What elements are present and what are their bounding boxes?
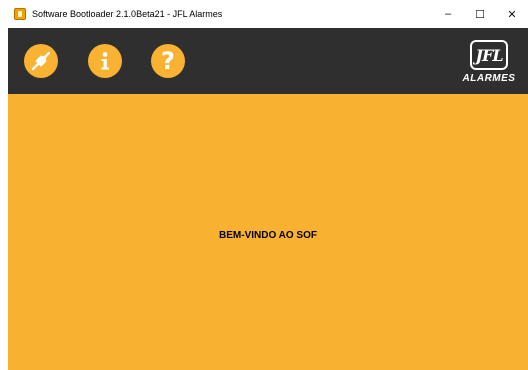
logo-subtitle: ALARMES bbox=[462, 73, 516, 84]
plug-icon bbox=[31, 51, 51, 71]
info-icon bbox=[101, 52, 109, 70]
window-title: Software Bootloader 2.1.0Beta21 - JFL Al… bbox=[32, 9, 223, 19]
app-icon bbox=[14, 8, 26, 20]
connect-button[interactable] bbox=[24, 44, 58, 78]
close-button[interactable]: ✕ bbox=[496, 0, 528, 28]
toolbar: ? bbox=[8, 28, 528, 94]
screen-edge bbox=[0, 0, 8, 370]
info-button[interactable] bbox=[88, 44, 122, 78]
main-content: BEM-VINDO AO SOF bbox=[8, 94, 528, 370]
welcome-text: BEM-VINDO AO SOF bbox=[219, 230, 317, 241]
question-icon: ? bbox=[161, 47, 175, 75]
brand-logo: JFL ALARMES bbox=[460, 38, 518, 88]
minimize-button[interactable]: – bbox=[432, 0, 464, 28]
maximize-button[interactable]: ☐ bbox=[464, 0, 496, 28]
help-button[interactable]: ? bbox=[151, 44, 185, 78]
app-window: Software Bootloader 2.1.0Beta21 - JFL Al… bbox=[8, 0, 528, 370]
title-bar[interactable]: Software Bootloader 2.1.0Beta21 - JFL Al… bbox=[8, 0, 528, 28]
logo-mark: JFL bbox=[470, 40, 508, 70]
